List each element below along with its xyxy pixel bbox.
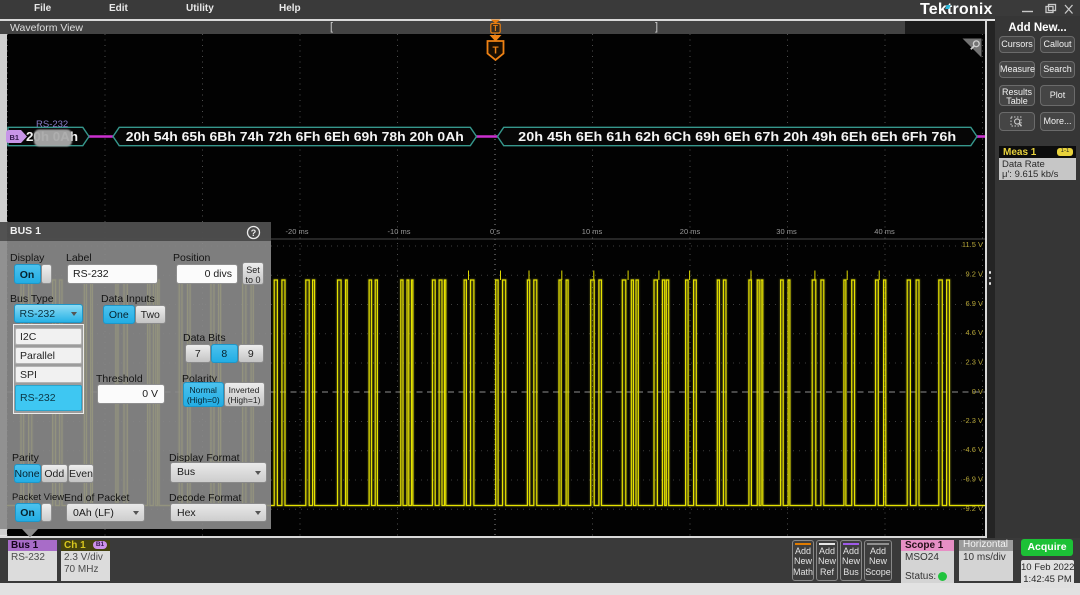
svg-text:?: ?: [251, 228, 257, 238]
svg-text:6.9 V: 6.9 V: [965, 299, 983, 308]
svg-text:40 ms: 40 ms: [874, 227, 895, 236]
svg-text:-4.6 V: -4.6 V: [963, 445, 983, 454]
svg-text:-6.9 V: -6.9 V: [963, 475, 983, 484]
svg-text:30 ms: 30 ms: [776, 227, 797, 236]
svg-text:-2.3 V: -2.3 V: [963, 416, 983, 425]
svg-text:RS-232: RS-232: [36, 119, 68, 130]
svg-text:T: T: [492, 46, 498, 57]
svg-text:20 ms: 20 ms: [680, 227, 701, 236]
svg-text:-20 ms: -20 ms: [286, 227, 309, 236]
svg-text:4.6 V: 4.6 V: [965, 328, 983, 337]
svg-text:11.5 V: 11.5 V: [962, 240, 983, 249]
svg-text:9.2 V: 9.2 V: [965, 270, 983, 279]
svg-text:20h 45h 6Eh 61h 62h 6Ch 69h 6E: 20h 45h 6Eh 61h 62h 6Ch 69h 6Eh 67h 20h …: [518, 129, 956, 144]
svg-text:-10 ms: -10 ms: [388, 227, 411, 236]
svg-text:20h 54h 65h 6Bh 74h 72h 6Fh 6E: 20h 54h 65h 6Bh 74h 72h 6Fh 6Eh 69h 78h …: [126, 129, 464, 144]
svg-text:2.3 V: 2.3 V: [965, 357, 983, 366]
svg-text:10 ms: 10 ms: [582, 227, 603, 236]
svg-text:0 V: 0 V: [972, 387, 983, 396]
svg-text:B1: B1: [10, 133, 20, 142]
svg-text:0 s: 0 s: [490, 227, 500, 236]
